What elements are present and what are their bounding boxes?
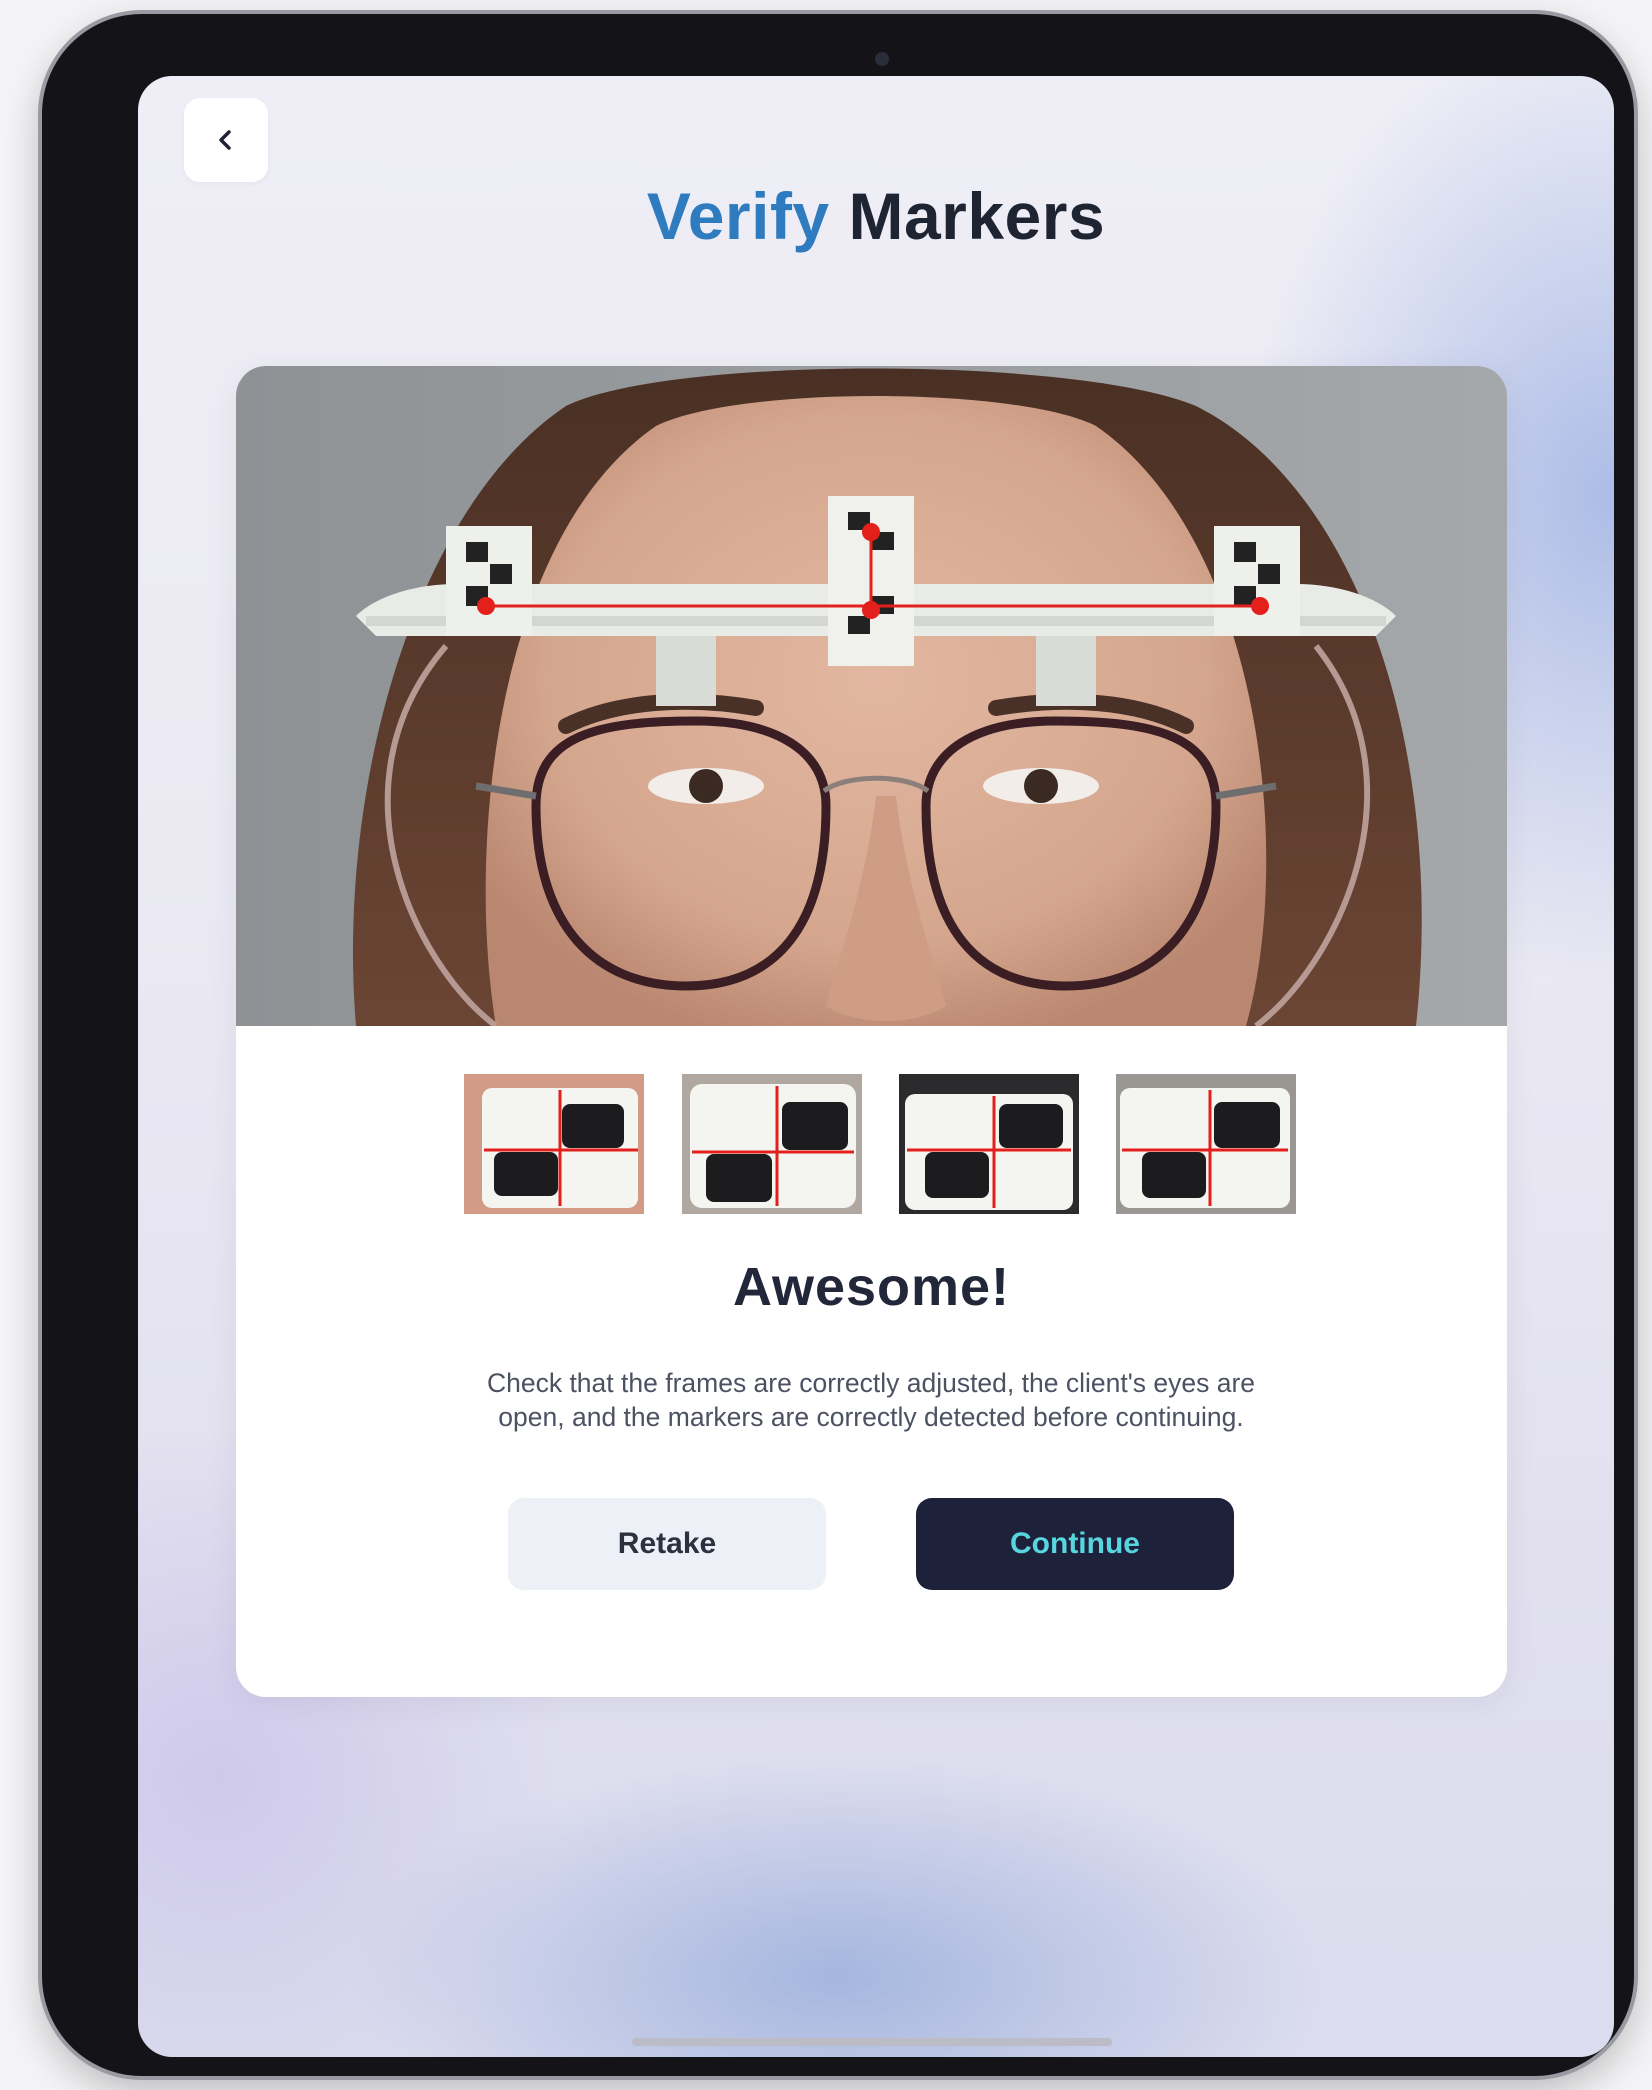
title-rest: Markers bbox=[848, 179, 1106, 253]
verification-card: Awesome! Check that the frames are corre… bbox=[236, 366, 1507, 1697]
result-heading: Awesome! bbox=[732, 1257, 1011, 1317]
marker-thumbnail-2 bbox=[682, 1074, 862, 1214]
marker-thumbnails bbox=[464, 1074, 1296, 1214]
result-description: Check that the frames are correctly adju… bbox=[486, 1368, 1256, 1432]
page-title: Verify Markers bbox=[138, 178, 1614, 254]
marker-thumbnail-3 bbox=[899, 1074, 1079, 1214]
front-camera bbox=[875, 52, 889, 66]
app-screen: Verify Markers Awesome! Check that the f… bbox=[138, 76, 1614, 2057]
captured-photo bbox=[236, 366, 1507, 1026]
retake-button[interactable]: Retake bbox=[508, 1498, 826, 1590]
marker-thumbnail-1 bbox=[464, 1074, 644, 1214]
marker-thumbnail-4 bbox=[1116, 1074, 1296, 1214]
tablet-device: Verify Markers Awesome! Check that the f… bbox=[42, 14, 1634, 2076]
continue-button[interactable]: Continue bbox=[916, 1498, 1234, 1590]
home-indicator[interactable] bbox=[632, 2038, 1112, 2046]
chevron-left-icon bbox=[219, 130, 231, 150]
title-accent: Verify bbox=[646, 179, 830, 253]
back-button[interactable] bbox=[184, 98, 268, 182]
